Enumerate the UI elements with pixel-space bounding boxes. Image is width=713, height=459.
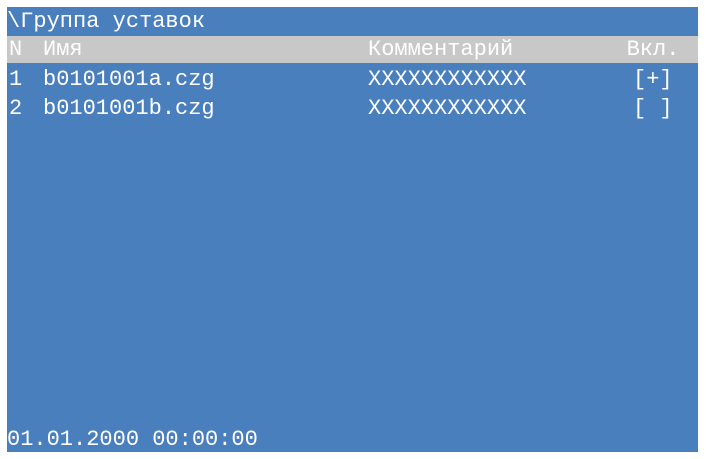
row-comment: XXXXXXXXXXXX [368, 96, 527, 121]
row-enabled-checkbox[interactable]: [ ] [633, 94, 673, 123]
row-number: 2 [9, 96, 23, 121]
page-title: \Группа уставок [7, 9, 206, 34]
table-header: N Имя Комментарий Вкл. [7, 36, 698, 63]
status-datetime: 01.01.2000 00:00:00 [7, 427, 258, 452]
row-name: b0101001b.czg [43, 96, 215, 121]
row-comment: XXXXXXXXXXXX [368, 67, 527, 92]
row-number: 1 [9, 67, 23, 92]
table-row[interactable]: 1 b0101001a.czg XXXXXXXXXXXX [+] [7, 65, 698, 94]
row-name: b0101001a.czg [43, 67, 215, 92]
column-header-n: N [9, 37, 23, 62]
column-header-enabled: Вкл. [626, 37, 680, 62]
terminal-screen: \Группа уставок N Имя Комментарий Вкл. 1… [7, 7, 698, 452]
column-header-comment: Комментарий [368, 37, 514, 62]
row-enabled-checkbox[interactable]: [+] [633, 65, 673, 94]
column-header-name: Имя [43, 37, 83, 62]
table-row[interactable]: 2 b0101001b.czg XXXXXXXXXXXX [ ] [7, 94, 698, 123]
